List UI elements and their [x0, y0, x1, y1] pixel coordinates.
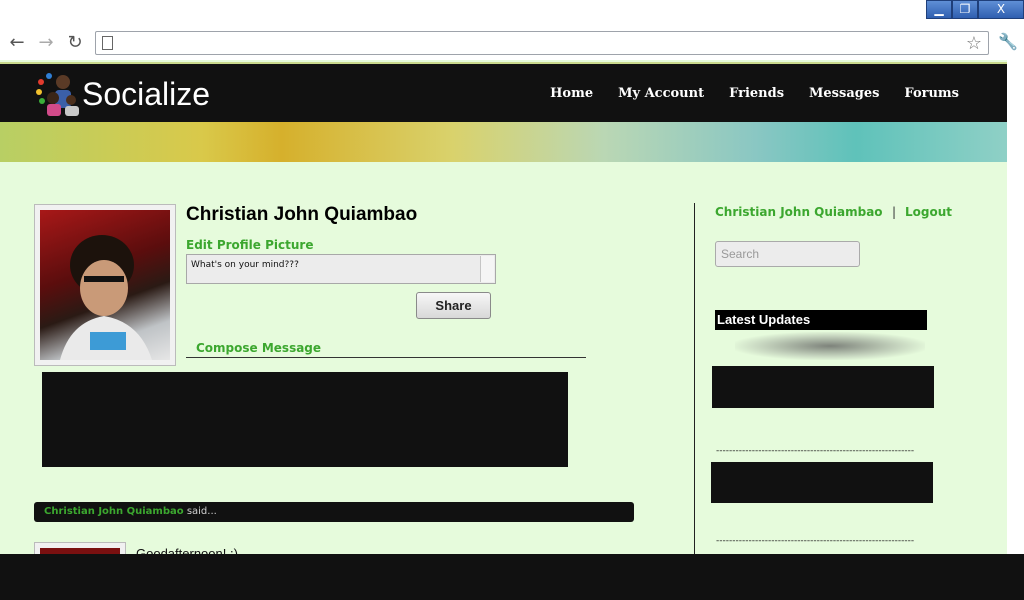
- profile-photo-frame: [34, 204, 176, 366]
- close-button[interactable]: X: [978, 0, 1024, 19]
- nav-friends[interactable]: Friends: [729, 86, 784, 101]
- address-bar[interactable]: ☆: [95, 31, 989, 55]
- post-header-bar: Christian John Quiambao said...: [34, 502, 634, 522]
- bottom-bar: [0, 554, 1024, 600]
- main-nav: Home My Account Friends Messages Forums: [525, 86, 959, 101]
- redacted-content-block: [42, 372, 568, 467]
- logo-people-icon: [36, 73, 79, 116]
- update-separator-1: ----------------------------------------…: [716, 446, 915, 456]
- nav-forums[interactable]: Forums: [904, 86, 959, 101]
- wrench-icon[interactable]: 🔧: [998, 32, 1018, 51]
- status-input-text: What's on your mind???: [191, 260, 299, 270]
- window-controls: ▁ ❐ X: [926, 0, 1024, 20]
- nav-home[interactable]: Home: [550, 86, 593, 101]
- logout-link[interactable]: Logout: [905, 205, 952, 219]
- link-separator: |: [892, 205, 897, 219]
- current-user-link[interactable]: Christian John Quiambao: [715, 205, 883, 219]
- post-author-link[interactable]: Christian John Quiambao: [44, 506, 184, 517]
- edit-profile-picture-link[interactable]: Edit Profile Picture: [186, 238, 313, 252]
- compose-section: Compose Message: [186, 341, 586, 358]
- post-avatar: [34, 542, 126, 554]
- bookmark-star-icon[interactable]: ☆: [966, 33, 982, 54]
- header-banner: [0, 122, 1007, 162]
- post-said-text: said...: [183, 506, 217, 517]
- share-button[interactable]: Share: [416, 292, 491, 319]
- forward-arrow-icon[interactable]: →: [35, 32, 57, 54]
- profile-photo: [40, 210, 170, 360]
- post-text: Goodafternoon! :): [136, 546, 238, 554]
- compose-message-link[interactable]: Compose Message: [196, 341, 321, 355]
- site-page: Socialize Home My Account Friends Messag…: [0, 60, 1007, 554]
- nav-messages[interactable]: Messages: [809, 86, 879, 101]
- browser-toolbar: ← → ↻ ☆ 🔧: [0, 28, 1024, 60]
- search-input[interactable]: Search: [715, 241, 860, 267]
- redacted-update-block-1: [712, 366, 934, 408]
- reload-icon[interactable]: ↻: [64, 32, 86, 54]
- site-logo-text[interactable]: Socialize: [82, 76, 210, 113]
- heading-shadow: [735, 332, 925, 360]
- browser-titlebar: ▁ ❐ X: [0, 0, 1024, 28]
- column-divider: [694, 203, 695, 554]
- redacted-update-block-2: [711, 462, 933, 503]
- latest-updates-heading: Latest Updates: [715, 310, 927, 330]
- page-scrollbar[interactable]: [1007, 60, 1024, 554]
- minimize-button[interactable]: ▁: [926, 0, 952, 19]
- search-placeholder: Search: [721, 247, 760, 261]
- profile-name: Christian John Quiambao: [186, 204, 418, 225]
- status-scrollbar[interactable]: [480, 256, 494, 282]
- page-icon: [102, 36, 113, 50]
- update-separator-2: ----------------------------------------…: [716, 536, 915, 546]
- back-arrow-icon[interactable]: ←: [6, 32, 28, 54]
- restore-button[interactable]: ❐: [952, 0, 978, 19]
- status-input[interactable]: What's on your mind???: [186, 254, 496, 284]
- site-header: Socialize Home My Account Friends Messag…: [0, 62, 1007, 122]
- nav-my-account[interactable]: My Account: [618, 86, 704, 101]
